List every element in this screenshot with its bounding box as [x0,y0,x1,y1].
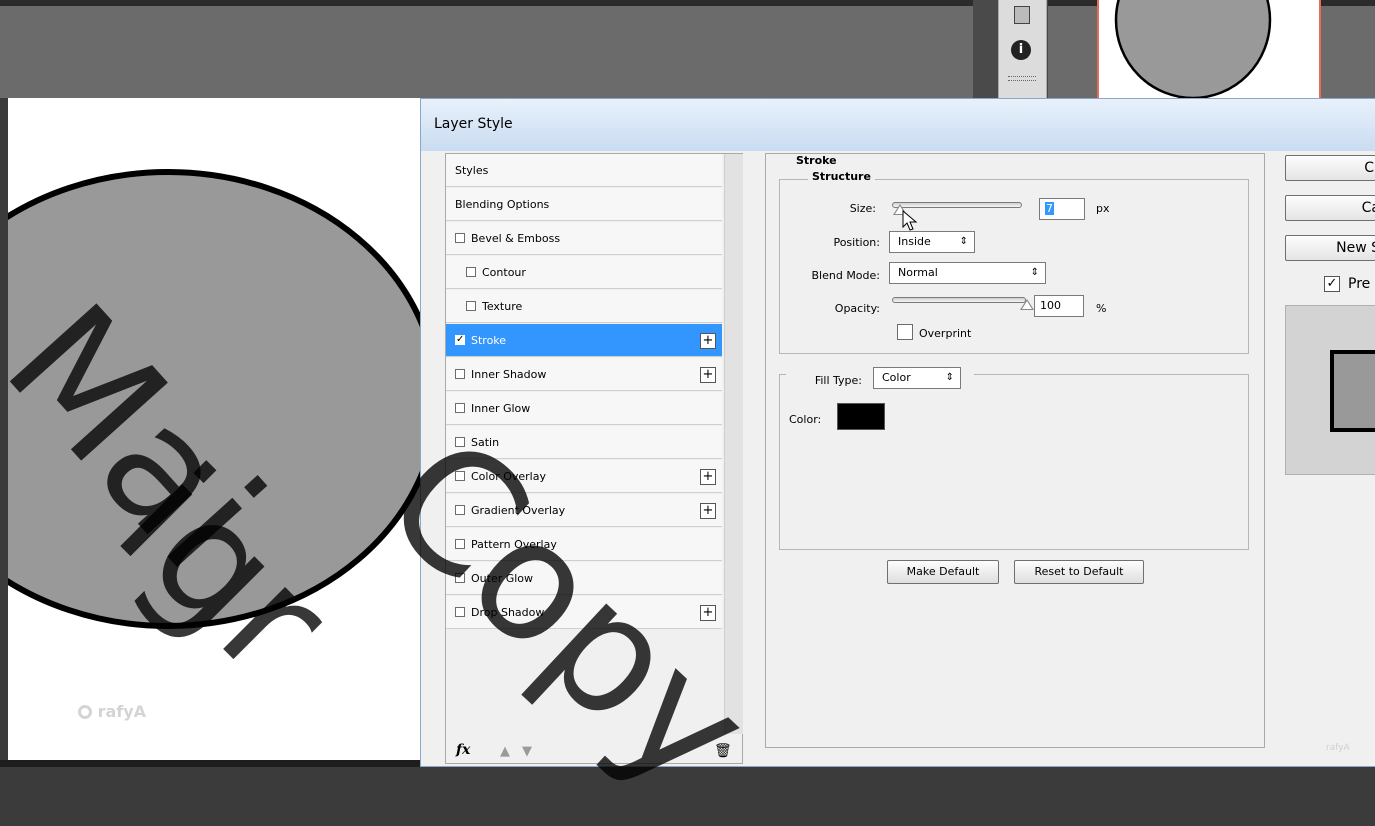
fill-type-group [779,374,1249,550]
overprint-checkbox[interactable] [897,324,913,340]
position-select-value: Inside [898,235,931,248]
ok-button[interactable]: C [1285,155,1375,181]
style-item-contour[interactable]: Contour [446,256,722,289]
color-swatch[interactable] [837,403,885,430]
style-item-texture[interactable]: Texture [446,290,722,323]
style-item-styles[interactable]: Styles [446,154,722,187]
opacity-input[interactable]: 100 [1034,295,1084,317]
preview-thumbnail [1285,305,1375,475]
circle-shape-secondary [1114,0,1272,98]
style-item-label: Blending Options [455,197,550,211]
style-item-label: Styles [455,163,489,177]
style-item-stroke[interactable]: ✓ Stroke + [446,324,722,357]
add-effect-plus-icon[interactable]: + [700,333,716,349]
dialog-titlebar[interactable]: Layer Style [421,99,1375,151]
style-checkbox[interactable] [466,301,476,311]
style-checkbox[interactable] [455,369,465,379]
move-down-icon[interactable]: ▼ [522,744,532,759]
style-checkbox[interactable] [455,403,465,413]
dialog-title: Layer Style [434,116,513,132]
opacity-label: Opacity: [834,302,880,315]
style-item-label: Contour [482,265,526,279]
preview-label: Pre [1348,276,1371,292]
position-label: Position: [833,236,880,249]
style-item-label: Bevel & Emboss [471,231,561,245]
move-up-icon[interactable]: ▲ [500,744,510,759]
new-style-button[interactable]: New S [1285,235,1375,261]
add-effect-plus-icon[interactable]: + [700,503,716,519]
logo-mark-icon [78,705,92,719]
blend-mode-select[interactable]: Normal ⇕ [889,262,1046,284]
select-arrows-icon: ⇕ [959,236,968,247]
make-default-button[interactable]: Make Default [887,560,999,584]
opacity-unit: % [1096,302,1107,315]
select-arrows-icon: ⇕ [945,372,954,383]
add-effect-plus-icon[interactable]: + [700,469,716,485]
size-label: Size: [849,202,876,215]
fill-type-label: Fill Type: [814,374,862,387]
style-item-label: Stroke [471,333,507,347]
fill-type-select-value: Color [882,371,911,384]
select-arrows-icon: ⇕ [1030,267,1039,278]
panel-grip[interactable] [1008,76,1036,81]
structure-title: Structure [808,170,875,183]
style-checkbox[interactable] [466,267,476,277]
size-unit: px [1096,202,1110,215]
opacity-slider[interactable] [892,297,1034,310]
color-label: Color: [789,413,822,426]
style-item-label: Inner Shadow [471,367,547,381]
fx-button[interactable]: fx [456,742,470,758]
layers-comp-icon[interactable] [1014,6,1030,24]
style-item-bevel-emboss[interactable]: Bevel & Emboss [446,222,722,255]
dialog-watermark: rafyA [1326,743,1350,753]
size-input-value: 7 [1045,202,1054,215]
style-item-inner-shadow[interactable]: Inner Shadow + [446,358,722,391]
info-icon[interactable]: i [1011,40,1031,60]
preview-swatch [1330,350,1375,432]
opacity-slider-thumb[interactable] [1020,299,1034,310]
canvas-logo: rafyA [78,702,146,721]
position-select[interactable]: Inside ⇕ [889,231,975,253]
style-checkbox[interactable]: ✓ [455,335,465,345]
panel-dock: i [998,0,1047,102]
preview-checkbox[interactable]: ✓ [1324,276,1340,292]
size-slider[interactable] [892,202,1022,215]
size-input[interactable]: 7 [1039,198,1085,220]
add-effect-plus-icon[interactable]: + [700,367,716,383]
blend-mode-select-value: Normal [898,266,938,279]
stroke-panel: Stroke Structure Size: 7 px Position: In… [765,153,1265,748]
cancel-button[interactable]: Ca [1285,195,1375,221]
style-item-blending-options[interactable]: Blending Options [446,188,722,221]
canvas-logo-text: rafyA [97,702,147,721]
blend-mode-label: Blend Mode: [811,269,881,282]
style-checkbox[interactable] [455,233,465,243]
style-item-label: Texture [482,299,523,313]
stroke-section-title: Stroke [792,154,841,167]
reset-to-default-button[interactable]: Reset to Default [1014,560,1144,584]
fill-type-select[interactable]: Color ⇕ [873,367,961,389]
overprint-label: Overprint [919,327,972,340]
document-canvas-secondary [1097,0,1321,98]
